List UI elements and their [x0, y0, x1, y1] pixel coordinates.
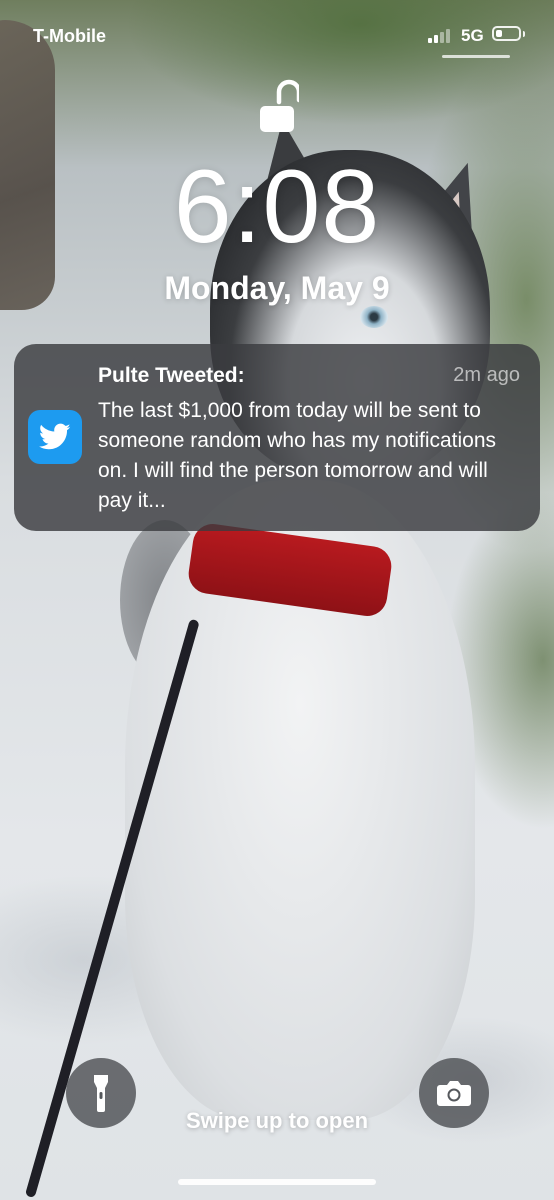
twitter-bird-icon [39, 423, 71, 450]
notification-timestamp: 2m ago [453, 364, 520, 386]
camera-icon [437, 1081, 471, 1106]
notification-card[interactable]: Pulte Tweeted: 2m ago The last $1,000 fr… [14, 344, 540, 531]
lock-screen-date: Monday, May 9 [164, 270, 390, 306]
network-type: 5G [461, 26, 484, 45]
carrier-name: T-Mobile [33, 26, 106, 46]
battery-cap [523, 31, 525, 37]
wallpaper-dog-eye [360, 306, 388, 328]
status-bar: T-Mobile 5G [0, 0, 554, 70]
lock-screen: T-Mobile 5G 6:08 Monday, May 9 Pulte Twe… [0, 0, 554, 1200]
signal-strength-icon [428, 27, 450, 43]
swipe-up-hint: Swipe up to open [185, 1108, 369, 1133]
notification-title: Pulte Tweeted: [98, 364, 245, 387]
lock-screen-time: 6:08 [173, 149, 381, 265]
battery-icon [492, 26, 521, 41]
home-indicator[interactable] [178, 1179, 376, 1185]
control-center-indicator[interactable] [442, 55, 510, 58]
twitter-app-icon [28, 410, 82, 464]
battery-level-fill [496, 30, 502, 37]
unlocked-lock-icon [260, 79, 299, 132]
notification-body: The last $1,000 from today will be sent … [98, 399, 497, 512]
flashlight-icon [94, 1075, 108, 1112]
